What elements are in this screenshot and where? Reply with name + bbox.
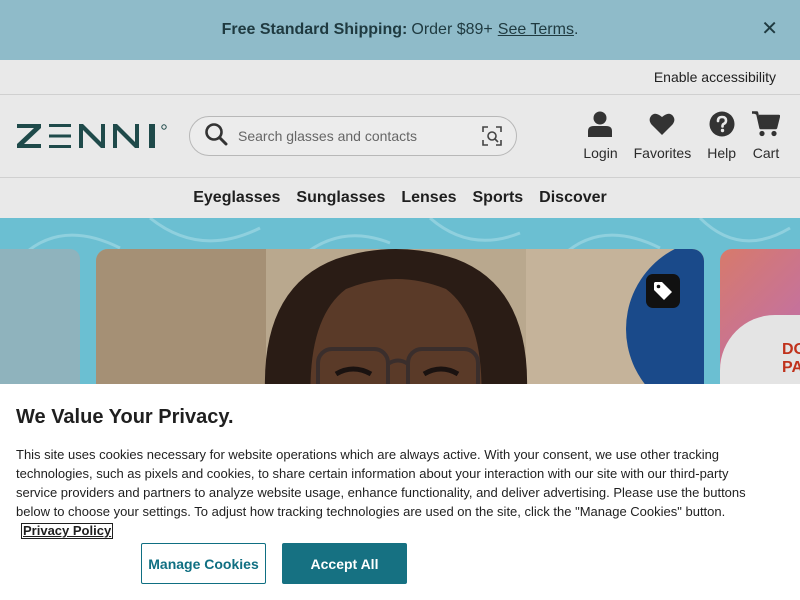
favorites-button[interactable]: Favorites xyxy=(626,109,700,161)
accept-all-button[interactable]: Accept All xyxy=(282,543,407,584)
manage-cookies-button[interactable]: Manage Cookies xyxy=(141,543,266,584)
carousel-card-main[interactable] xyxy=(96,249,704,384)
login-button[interactable]: Login xyxy=(575,109,625,161)
privacy-body: This site uses cookies necessary for web… xyxy=(16,445,756,540)
model-photo xyxy=(96,249,704,384)
zenni-logo[interactable] xyxy=(17,124,169,148)
promo-trail: . xyxy=(573,21,579,38)
help-icon xyxy=(709,109,735,139)
visual-search-icon[interactable] xyxy=(482,126,502,151)
main-header: Login Favorites Help Cart xyxy=(0,95,800,178)
user-icon xyxy=(588,109,613,139)
menu-item-sunglasses[interactable]: Sunglasses xyxy=(296,189,385,207)
help-label: Help xyxy=(707,145,736,161)
see-terms-link[interactable]: See Terms xyxy=(498,21,574,39)
tag-icon[interactable] xyxy=(646,274,680,308)
hero-carousel: DO PA xyxy=(0,218,800,384)
logo-wordmark-icon xyxy=(17,124,167,148)
consent-buttons: Manage Cookies Accept All xyxy=(141,543,407,584)
enable-accessibility-link[interactable]: Enable accessibility xyxy=(654,69,776,85)
promo-banner: Free Standard Shipping: Order $89+ See T… xyxy=(0,0,800,60)
privacy-policy-link[interactable]: Privacy Policy xyxy=(21,523,114,539)
menu-item-sports[interactable]: Sports xyxy=(473,189,524,207)
next-card-text: DO PA xyxy=(782,341,800,376)
accessibility-bar: Enable accessibility xyxy=(0,60,800,95)
login-label: Login xyxy=(583,145,618,161)
search-bar[interactable] xyxy=(189,116,517,156)
carousel-card-previous[interactable] xyxy=(0,249,80,384)
favorites-label: Favorites xyxy=(633,145,692,161)
privacy-body-text: This site uses cookies necessary for web… xyxy=(16,447,746,519)
carousel-card-next[interactable]: DO PA xyxy=(720,249,800,384)
header-icon-nav: Login Favorites Help Cart xyxy=(575,109,788,161)
privacy-title: We Value Your Privacy. xyxy=(16,406,234,428)
promo-text: Order $89+ xyxy=(411,21,493,38)
cart-button[interactable]: Cart xyxy=(744,109,788,161)
search-input[interactable] xyxy=(238,128,468,144)
cart-label: Cart xyxy=(752,145,780,161)
search-icon[interactable] xyxy=(204,122,228,151)
site-header: Enable accessibility Search glasses and … xyxy=(0,60,800,218)
menu-item-lenses[interactable]: Lenses xyxy=(401,189,456,207)
cart-icon xyxy=(752,109,780,139)
menu-item-discover[interactable]: Discover xyxy=(539,189,607,207)
privacy-consent-banner: We Value Your Privacy. This site uses co… xyxy=(0,384,800,600)
help-button[interactable]: Help xyxy=(699,109,744,161)
promo-bold-text: Free Standard Shipping: xyxy=(221,21,408,38)
heart-icon xyxy=(649,109,675,139)
menu-item-eyeglasses[interactable]: Eyeglasses xyxy=(193,189,280,207)
main-menu: Eyeglasses Sunglasses Lenses Sports Disc… xyxy=(0,178,800,217)
close-icon[interactable]: ✕ xyxy=(761,19,778,39)
